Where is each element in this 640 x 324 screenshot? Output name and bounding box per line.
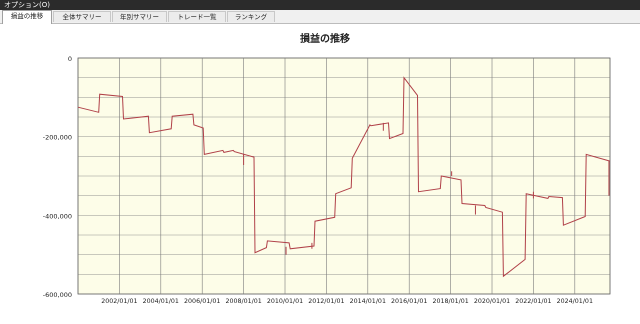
x-tick-label: 2014/01/01 (350, 298, 386, 305)
tab-overall-summary[interactable]: 全体サマリー (53, 11, 111, 22)
x-tick-label: 2018/01/01 (432, 298, 468, 305)
x-tick-label: 2012/01/01 (308, 298, 344, 305)
chart-title: 損益の推移 (300, 32, 350, 45)
x-tick-label: 2022/01/01 (515, 298, 551, 305)
x-tick-label: 2010/01/01 (267, 298, 303, 305)
plot-area: 0 -200,000 -400,000 -600,000 2002/01/01 2004/… (43, 55, 611, 305)
tab-profit-trend[interactable]: 損益の推移 (2, 10, 52, 24)
x-tick-label: 2006/01/01 (184, 298, 220, 305)
x-tick-label: 2008/01/01 (225, 298, 261, 305)
tab-ranking[interactable]: ランキング (227, 11, 275, 22)
tab-strip: 損益の推移 全体サマリー 年別サマリー トレード一覧 ランキング (0, 10, 640, 24)
profit-chart: 損益の推移 0 -200,000 -400,000 -600,000 2002/01/0… (43, 32, 611, 305)
options-menu[interactable]: オプション(O) (0, 0, 640, 10)
tab-trade-list[interactable]: トレード一覧 (168, 11, 226, 22)
menu-bar: オプション(O) (0, 0, 640, 10)
x-tick-label: 2024/01/01 (557, 298, 593, 305)
x-tick-label: 2004/01/01 (143, 298, 179, 305)
x-tick-label: 2016/01/01 (391, 298, 427, 305)
y-tick-label: -600,000 (43, 291, 72, 299)
x-tick-label: 2020/01/01 (474, 298, 510, 305)
x-tick-label: 2002/01/01 (101, 298, 137, 305)
tab-yearly-summary[interactable]: 年別サマリー (112, 11, 167, 22)
y-tick-label: -400,000 (43, 212, 72, 220)
y-tick-label: -200,000 (43, 134, 72, 142)
chart-panel: 損益の推移 0 -200,000 -400,000 -600,000 2002/01/0… (0, 24, 640, 324)
y-tick-label: 0 (68, 55, 72, 63)
